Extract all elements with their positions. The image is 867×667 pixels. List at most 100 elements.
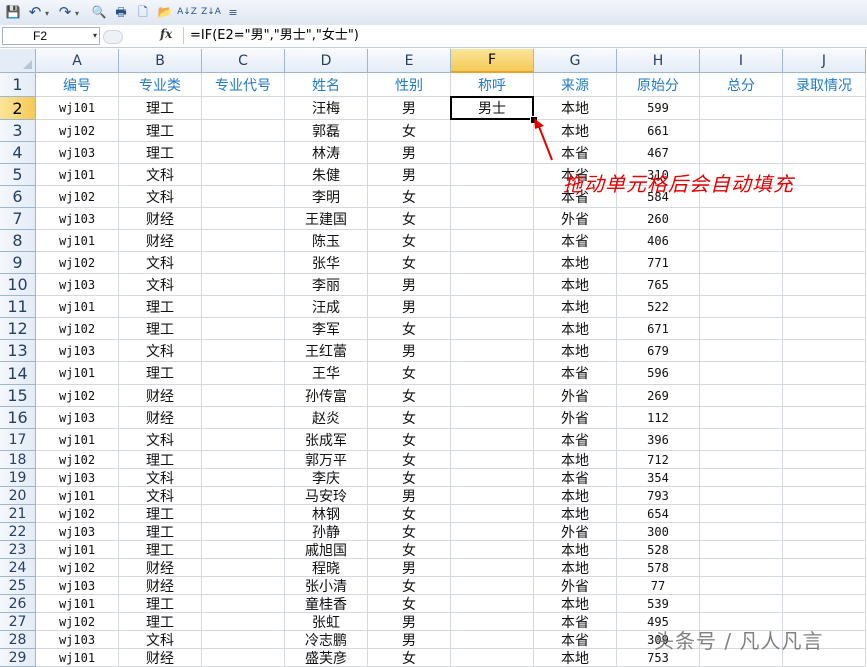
cell-A25[interactable]: wj103 <box>36 577 119 595</box>
insert-function-icon[interactable]: fx <box>160 27 172 41</box>
row-header-5[interactable]: 5 <box>0 164 36 186</box>
cell-D11[interactable]: 汪成 <box>285 296 368 318</box>
cell-G29[interactable]: 本地 <box>534 649 617 667</box>
cell-E13[interactable]: 男 <box>368 340 451 362</box>
cell-C26[interactable] <box>202 595 285 613</box>
cell-F17[interactable] <box>451 429 534 451</box>
cell-J24[interactable] <box>783 559 866 577</box>
cell-H26[interactable]: 539 <box>617 595 700 613</box>
cell-F18[interactable] <box>451 451 534 469</box>
cell-H11[interactable]: 522 <box>617 296 700 318</box>
cell-H25[interactable]: 77 <box>617 577 700 595</box>
row-header-17[interactable]: 17 <box>0 429 36 451</box>
cell-A29[interactable]: wj101 <box>36 649 119 667</box>
cell-D14[interactable]: 王华 <box>285 362 368 385</box>
cell-J12[interactable] <box>783 318 866 340</box>
cell-C12[interactable] <box>202 318 285 340</box>
print-icon[interactable]: 🖶 <box>112 3 130 21</box>
cell-I2[interactable] <box>700 97 783 120</box>
cell-E16[interactable]: 女 <box>368 407 451 429</box>
cell-A6[interactable]: wj102 <box>36 186 119 208</box>
cell-B15[interactable]: 财经 <box>119 385 202 407</box>
sort-ascending-icon[interactable]: A↓Z <box>176 3 198 21</box>
cell-G9[interactable]: 本地 <box>534 252 617 274</box>
cell-D24[interactable]: 程晓 <box>285 559 368 577</box>
row-header-10[interactable]: 10 <box>0 274 36 296</box>
cell-J26[interactable] <box>783 595 866 613</box>
cell-I17[interactable] <box>700 429 783 451</box>
cell-F2[interactable]: 男士 <box>451 97 534 120</box>
cell-D19[interactable]: 李庆 <box>285 469 368 487</box>
cell-C13[interactable] <box>202 340 285 362</box>
cell-F1[interactable]: 称呼 <box>451 73 534 97</box>
cell-B7[interactable]: 财经 <box>119 208 202 230</box>
cell-F6[interactable] <box>451 186 534 208</box>
cell-B12[interactable]: 理工 <box>119 318 202 340</box>
cell-H4[interactable]: 467 <box>617 142 700 164</box>
cell-E26[interactable]: 女 <box>368 595 451 613</box>
cell-E29[interactable]: 女 <box>368 649 451 667</box>
cell-I21[interactable] <box>700 505 783 523</box>
cell-D4[interactable]: 林涛 <box>285 142 368 164</box>
cell-G12[interactable]: 本地 <box>534 318 617 340</box>
cell-C4[interactable] <box>202 142 285 164</box>
cell-C27[interactable] <box>202 613 285 631</box>
cell-G15[interactable]: 外省 <box>534 385 617 407</box>
cell-D25[interactable]: 张小清 <box>285 577 368 595</box>
name-box-resize-handle[interactable] <box>103 30 123 44</box>
cell-H24[interactable]: 578 <box>617 559 700 577</box>
cell-C3[interactable] <box>202 120 285 142</box>
cell-B11[interactable]: 理工 <box>119 296 202 318</box>
cell-B21[interactable]: 理工 <box>119 505 202 523</box>
save-icon[interactable]: 💾 <box>4 3 22 21</box>
cell-G26[interactable]: 本地 <box>534 595 617 613</box>
cell-A20[interactable]: wj101 <box>36 487 119 505</box>
cell-B19[interactable]: 文科 <box>119 469 202 487</box>
cell-J5[interactable] <box>783 164 866 186</box>
cell-I9[interactable] <box>700 252 783 274</box>
cell-E21[interactable]: 女 <box>368 505 451 523</box>
cell-H19[interactable]: 354 <box>617 469 700 487</box>
cell-D2[interactable]: 汪梅 <box>285 97 368 120</box>
row-header-6[interactable]: 6 <box>0 186 36 208</box>
cell-B22[interactable]: 理工 <box>119 523 202 541</box>
cell-J16[interactable] <box>783 407 866 429</box>
cell-E8[interactable]: 女 <box>368 230 451 252</box>
cell-B27[interactable]: 理工 <box>119 613 202 631</box>
cell-I16[interactable] <box>700 407 783 429</box>
cell-E24[interactable]: 男 <box>368 559 451 577</box>
cell-E6[interactable]: 女 <box>368 186 451 208</box>
cell-I19[interactable] <box>700 469 783 487</box>
row-header-9[interactable]: 9 <box>0 252 36 274</box>
row-header-3[interactable]: 3 <box>0 120 36 142</box>
cell-D29[interactable]: 盛芙彦 <box>285 649 368 667</box>
cell-E7[interactable]: 女 <box>368 208 451 230</box>
row-header-12[interactable]: 12 <box>0 318 36 340</box>
cell-A24[interactable]: wj102 <box>36 559 119 577</box>
cell-J8[interactable] <box>783 230 866 252</box>
cell-J7[interactable] <box>783 208 866 230</box>
name-box[interactable]: F2 ▾ <box>2 27 100 45</box>
new-document-icon[interactable]: 🗋 <box>134 3 152 21</box>
cell-C28[interactable] <box>202 631 285 649</box>
cell-F13[interactable] <box>451 340 534 362</box>
cell-D16[interactable]: 赵炎 <box>285 407 368 429</box>
cell-J19[interactable] <box>783 469 866 487</box>
column-header-A[interactable]: A <box>36 49 119 73</box>
cell-G16[interactable]: 外省 <box>534 407 617 429</box>
cell-G7[interactable]: 外省 <box>534 208 617 230</box>
cell-F14[interactable] <box>451 362 534 385</box>
cell-H8[interactable]: 406 <box>617 230 700 252</box>
cell-J2[interactable] <box>783 97 866 120</box>
cell-B26[interactable]: 理工 <box>119 595 202 613</box>
row-header-15[interactable]: 15 <box>0 385 36 407</box>
cell-J1[interactable]: 录取情况 <box>783 73 866 97</box>
cell-E14[interactable]: 女 <box>368 362 451 385</box>
cell-A2[interactable]: wj101 <box>36 97 119 120</box>
cell-F16[interactable] <box>451 407 534 429</box>
cell-D5[interactable]: 朱健 <box>285 164 368 186</box>
cell-H14[interactable]: 596 <box>617 362 700 385</box>
cell-I18[interactable] <box>700 451 783 469</box>
cell-C14[interactable] <box>202 362 285 385</box>
cell-D1[interactable]: 姓名 <box>285 73 368 97</box>
